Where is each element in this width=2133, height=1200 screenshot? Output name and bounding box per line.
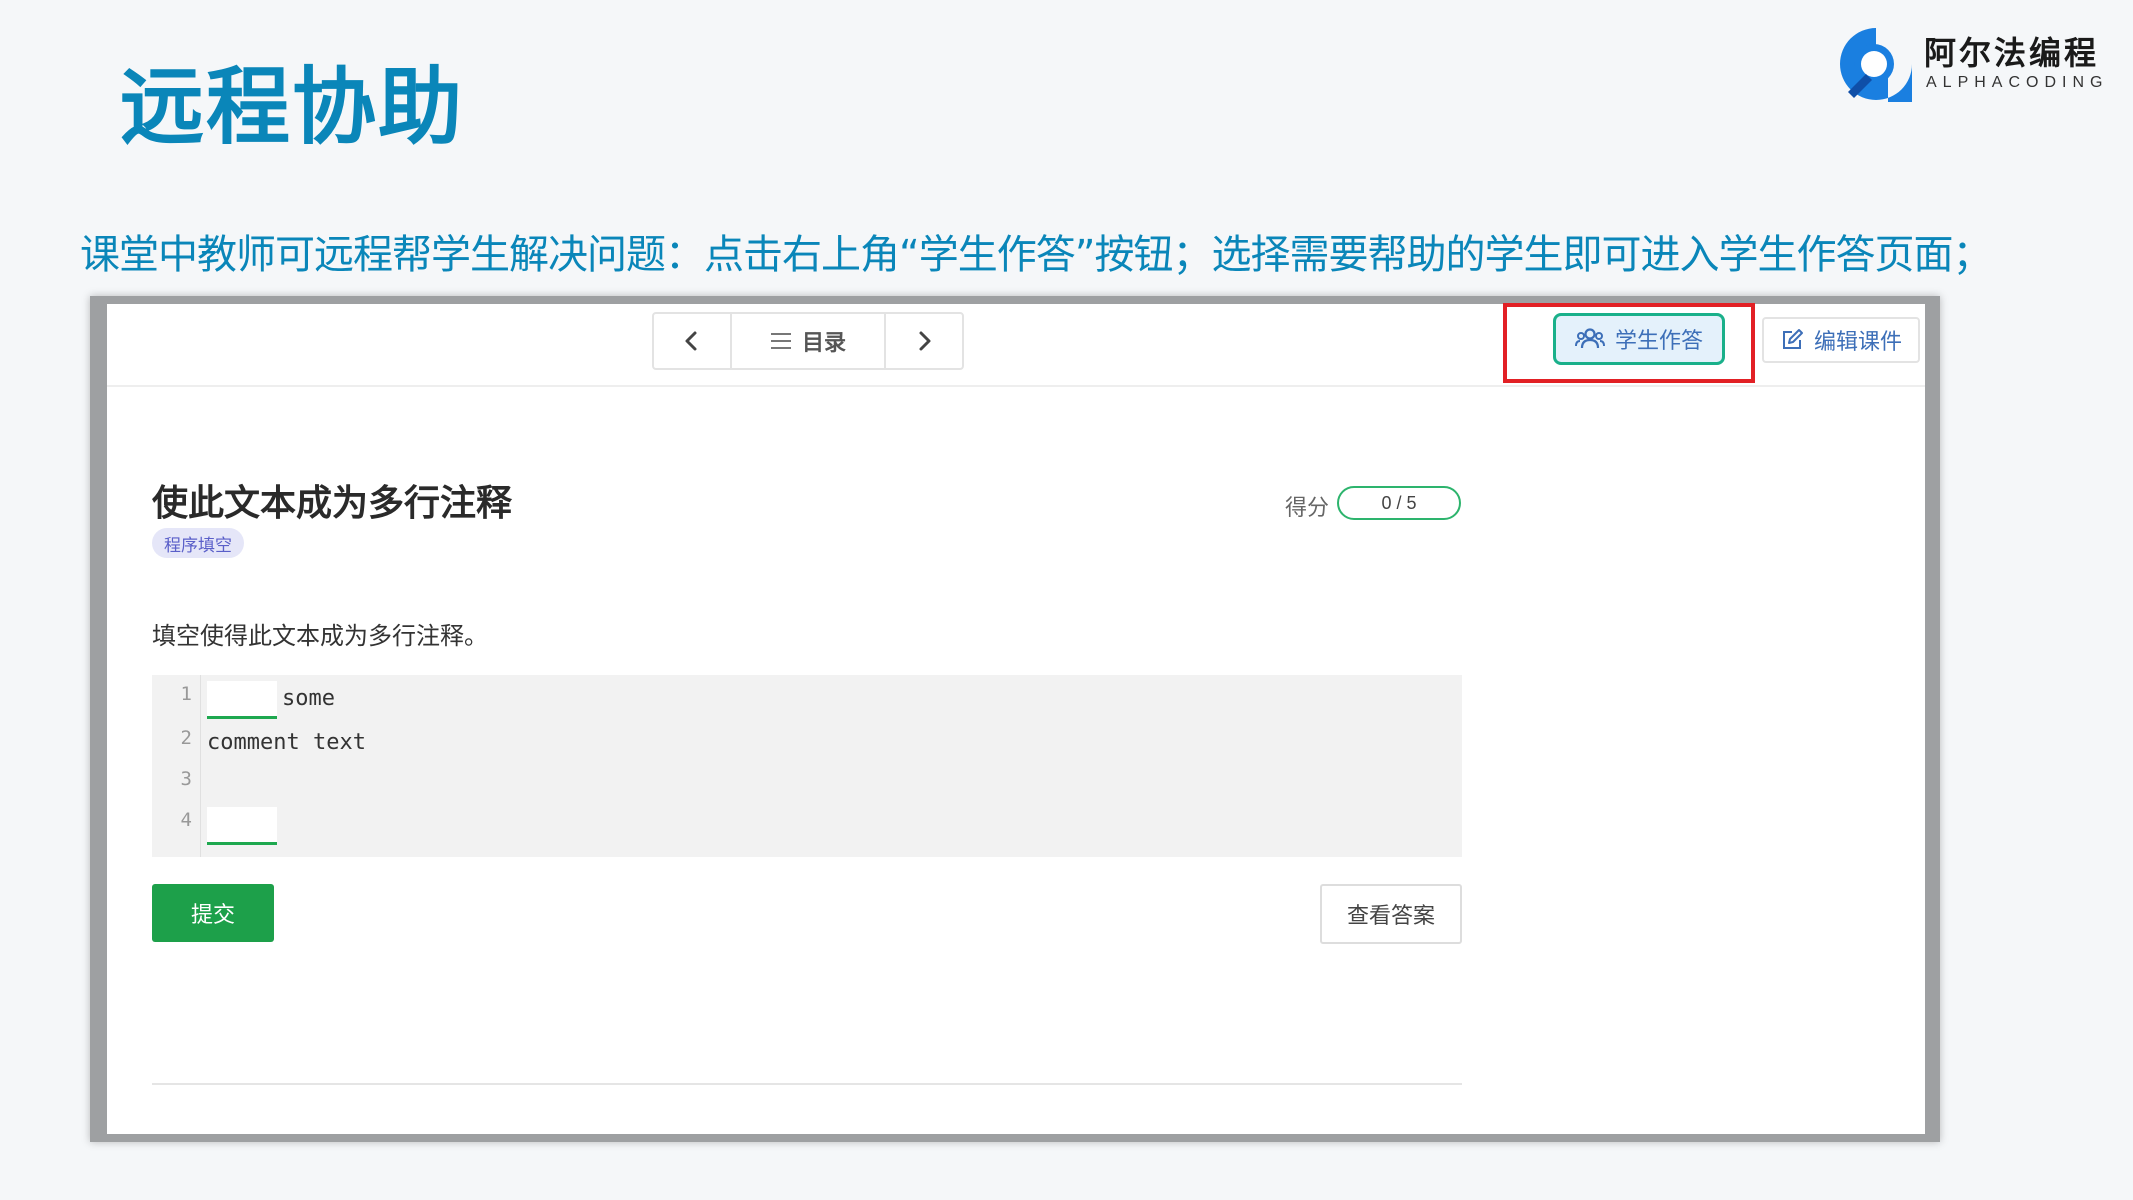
slide-description: 课堂中教师可远程帮学生解决问题：点击右上角“学生作答”按钮；选择需要帮助的学生即…	[80, 232, 1992, 278]
question-title: 使此文本成为多行注释	[152, 483, 513, 524]
logo-mark-icon	[1840, 28, 1912, 102]
next-page-button[interactable]	[886, 314, 962, 368]
submit-button[interactable]: 提交	[152, 884, 274, 942]
courseware-window: 目录 学生作答 编辑课件 使此文本成为多行注释 程序填空 得分 0 / 5 填空…	[107, 303, 1925, 1134]
view-answer-button[interactable]: 查看答案	[1320, 884, 1462, 944]
line-number: 4	[180, 809, 192, 831]
prev-page-button[interactable]	[654, 314, 730, 368]
edit-icon	[1782, 329, 1803, 349]
score-value: 0 / 5	[1337, 486, 1461, 520]
question-type-badge: 程序填空	[152, 528, 244, 558]
fill-in-blank-input[interactable]	[207, 681, 277, 719]
top-toolbar: 目录 学生作答 编辑课件	[107, 303, 1925, 387]
logo-name-cn: 阿尔法编程	[1924, 34, 2100, 72]
alphacoding-logo: 阿尔法编程 ALPHACODING	[1836, 22, 2106, 102]
code-line-text: comment text	[207, 730, 366, 755]
fill-in-blank-input[interactable]	[207, 807, 277, 845]
student-answers-label: 学生作答	[1614, 329, 1703, 354]
slide-title: 远程协助	[120, 58, 465, 156]
chevron-left-icon	[685, 331, 697, 351]
users-icon	[1574, 328, 1605, 349]
line-number: 3	[180, 768, 192, 790]
code-line-text: some	[282, 686, 335, 711]
toc-label: 目录	[801, 331, 846, 356]
list-icon	[770, 333, 791, 349]
chevron-right-icon	[919, 331, 931, 351]
logo-name-en: ALPHACODING	[1926, 74, 2109, 91]
question-prompt: 填空使得此文本成为多行注释。	[152, 622, 488, 650]
line-number: 1	[180, 683, 192, 705]
navigation-group: 目录	[652, 312, 964, 370]
student-answers-button[interactable]: 学生作答	[1553, 313, 1725, 365]
score-label: 得分	[1285, 496, 1330, 521]
edit-courseware-label: 编辑课件	[1813, 330, 1902, 355]
edit-courseware-button[interactable]: 编辑课件	[1762, 317, 1920, 363]
divider	[152, 1083, 1462, 1085]
line-number-gutter: 1 2 3 4	[152, 675, 201, 857]
table-of-contents-button[interactable]: 目录	[730, 314, 886, 368]
line-number: 2	[180, 727, 192, 749]
code-editor: 1 2 3 4 some comment text	[152, 675, 1462, 857]
